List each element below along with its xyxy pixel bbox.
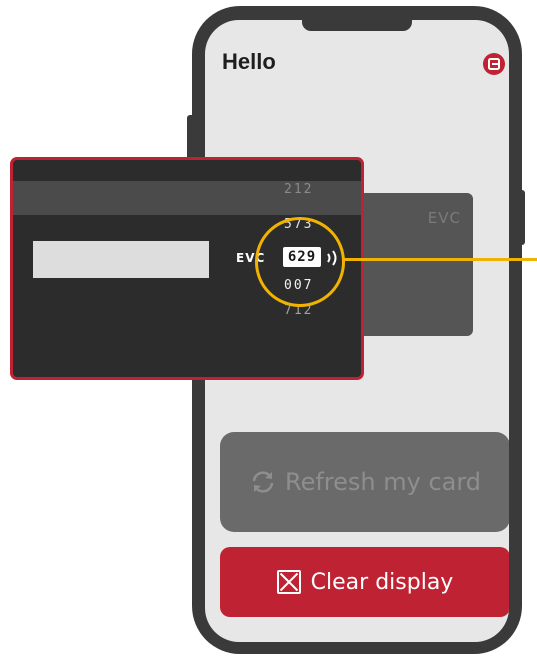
refresh-card-button[interactable]: Refresh my card [220,432,509,532]
signature-panel [33,241,209,278]
rolling-code-1: 212 [284,182,314,197]
refresh-card-label: Refresh my card [284,468,482,496]
clear-display-button[interactable]: Clear display [220,547,509,617]
greeting-title: Hello [222,49,276,74]
cvv-highlight-circle [255,217,345,307]
refresh-icon [252,471,274,493]
logout-icon [488,58,500,70]
phone-notch [302,20,412,31]
cvv-callout-line [344,258,537,261]
logout-button[interactable] [483,53,505,75]
close-box-icon [276,570,301,594]
phone-card-logo: EVC [427,209,461,227]
clear-display-label: Clear display [310,569,454,595]
